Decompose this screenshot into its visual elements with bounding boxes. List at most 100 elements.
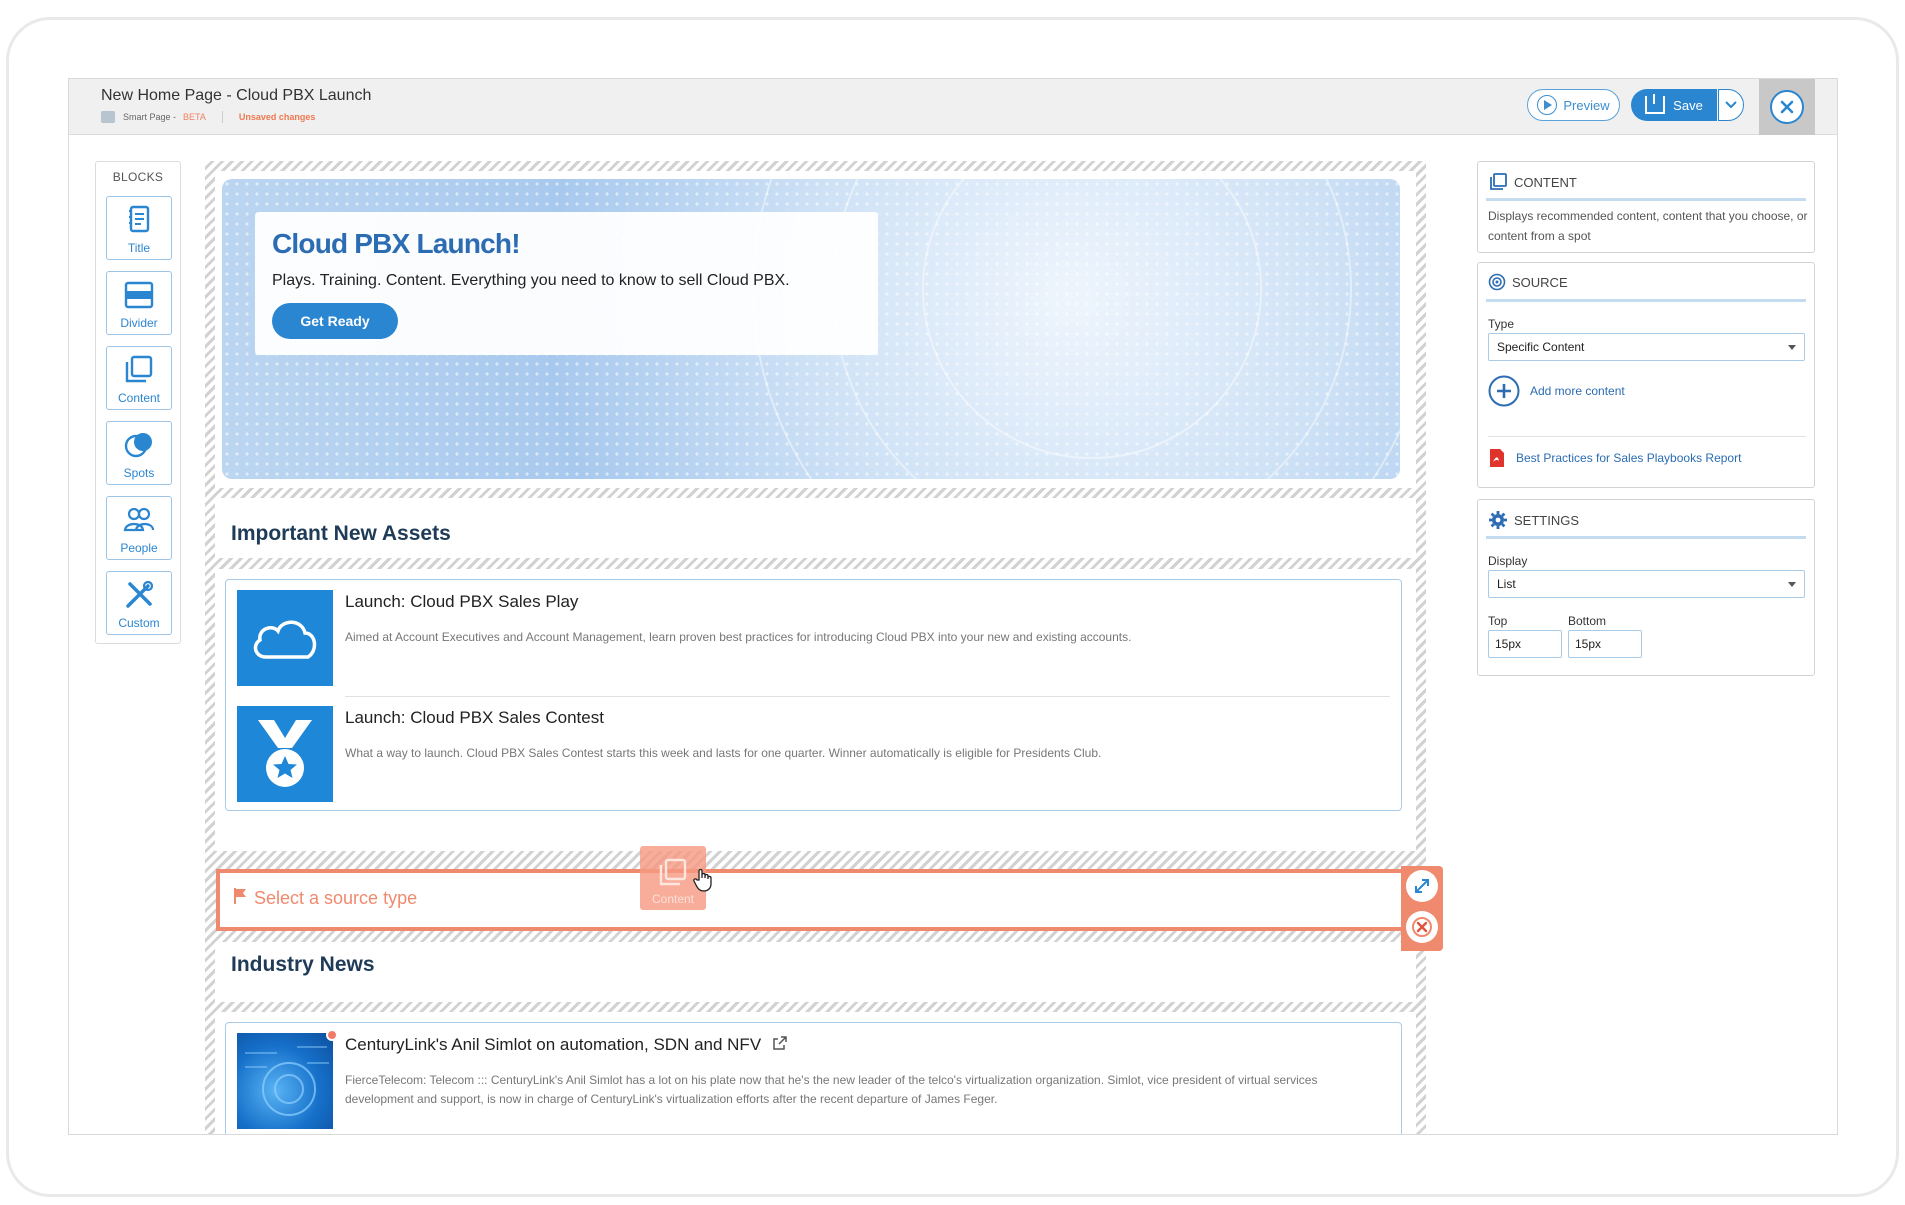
content-panel-heading: CONTENT xyxy=(1488,172,1577,192)
drag-label: Content xyxy=(651,892,695,906)
page-type: Smart Page - xyxy=(123,112,177,122)
smart-page-icon xyxy=(101,111,115,123)
hero-block[interactable]: Cloud PBX Launch! Plays. Training. Conte… xyxy=(215,171,1416,488)
flag-icon xyxy=(234,888,246,904)
settings-panel: SETTINGS Display List Top Bottom xyxy=(1477,499,1815,676)
people-icon xyxy=(123,507,155,532)
meta-separator xyxy=(221,111,223,123)
list-item[interactable]: Launch: Cloud PBX Sales Play Aimed at Ac… xyxy=(237,590,1389,686)
assets-content-block[interactable]: Launch: Cloud PBX Sales Play Aimed at Ac… xyxy=(215,569,1416,851)
heading-rule xyxy=(1486,536,1806,539)
asset-title[interactable]: Launch: Cloud PBX Sales Contest xyxy=(345,708,604,728)
save-icon xyxy=(1645,94,1666,114)
bottom-padding-input[interactable] xyxy=(1568,630,1642,658)
preview-label: Preview xyxy=(1563,97,1610,113)
blocks-palette: BLOCKS Title Divider Content Spots Peopl… xyxy=(95,161,181,644)
news-title[interactable]: CenturyLink's Anil Simlot on automation,… xyxy=(345,1035,788,1055)
selected-content-item[interactable]: Best Practices for Sales Playbooks Repor… xyxy=(1488,448,1741,468)
selected-content-block[interactable]: Select a source type xyxy=(216,869,1412,931)
hero-title: Cloud PBX Launch! xyxy=(272,228,521,259)
notebook-icon xyxy=(129,205,150,233)
news-heading: Industry News xyxy=(231,953,375,976)
close-icon xyxy=(1780,100,1794,114)
content-description: Displays recommended content, content th… xyxy=(1488,209,1808,243)
remove-block-button[interactable] xyxy=(1406,911,1438,943)
external-link-icon xyxy=(773,1036,787,1050)
select-source-prompt: Select a source type xyxy=(254,888,418,908)
unread-indicator xyxy=(326,1029,338,1041)
save-options-button[interactable] xyxy=(1718,89,1744,121)
display-value: List xyxy=(1497,577,1516,591)
circuit-image-icon xyxy=(245,1046,329,1116)
close-editor-area xyxy=(1759,79,1815,135)
editor-window: New Home Page - Cloud PBX Launch Smart P… xyxy=(68,78,1838,1135)
assets-heading: Important New Assets xyxy=(231,522,451,545)
close-editor-button[interactable] xyxy=(1770,90,1804,124)
close-icon xyxy=(1412,917,1432,937)
asset-thumbnail xyxy=(237,590,333,686)
asset-thumbnail xyxy=(237,706,333,802)
add-more-content-button[interactable]: Add more content xyxy=(1488,375,1625,407)
block-divider[interactable]: Divider xyxy=(106,271,172,335)
display-select[interactable]: List xyxy=(1488,570,1805,598)
news-title-text: CenturyLink's Anil Simlot on automation,… xyxy=(345,1035,762,1054)
heading-rule xyxy=(1486,198,1806,201)
spots-icon xyxy=(124,433,152,458)
content-copy-icon xyxy=(659,858,687,886)
list-item[interactable]: CenturyLink's Anil Simlot on automation,… xyxy=(237,1029,1389,1129)
editor-header: New Home Page - Cloud PBX Launch Smart P… xyxy=(69,79,1837,135)
block-content-label: Content xyxy=(117,391,161,405)
chevron-down-icon xyxy=(1725,101,1737,109)
hero-banner: Cloud PBX Launch! Plays. Training. Conte… xyxy=(222,179,1400,479)
assets-title-block[interactable]: Important New Assets xyxy=(215,498,1416,558)
source-type-select[interactable]: Specific Content xyxy=(1488,333,1805,361)
block-spots-label: Spots xyxy=(123,466,155,480)
top-padding-input[interactable] xyxy=(1488,630,1562,658)
block-custom[interactable]: Custom xyxy=(106,571,172,635)
get-ready-button[interactable]: Get Ready xyxy=(272,303,398,339)
asset-title[interactable]: Launch: Cloud PBX Sales Play xyxy=(345,592,578,612)
source-panel: SOURCE Type Specific Content Add more co… xyxy=(1477,262,1815,488)
content-copy-icon xyxy=(1490,173,1507,190)
block-custom-label: Custom xyxy=(118,616,160,630)
divider-icon xyxy=(124,281,154,309)
top-padding-label: Top xyxy=(1488,614,1508,628)
source-separator xyxy=(1488,436,1806,437)
block-content[interactable]: Content xyxy=(106,346,172,410)
block-people-label: People xyxy=(120,541,158,555)
source-panel-heading: SOURCE xyxy=(1488,273,1568,291)
expand-block-button[interactable] xyxy=(1406,870,1438,902)
asset-description: What a way to launch. Cloud PBX Sales Co… xyxy=(345,746,1102,760)
target-icon xyxy=(1488,273,1506,291)
play-icon xyxy=(1537,95,1558,115)
hero-card: Cloud PBX Launch! Plays. Training. Conte… xyxy=(255,212,878,355)
block-title[interactable]: Title xyxy=(106,196,172,260)
hero-text: Plays. Training. Content. Everything you… xyxy=(272,272,790,289)
news-thumbnail xyxy=(237,1033,333,1129)
content-info-panel: CONTENT Displays recommended content, co… xyxy=(1477,161,1815,253)
content-copy-icon xyxy=(125,355,153,383)
block-people[interactable]: People xyxy=(106,496,172,560)
block-spots[interactable]: Spots xyxy=(106,421,172,485)
save-button[interactable]: Save xyxy=(1631,89,1717,121)
content-heading-text: CONTENT xyxy=(1514,174,1577,190)
page-title: New Home Page - Cloud PBX Launch xyxy=(101,87,372,104)
expand-icon xyxy=(1415,879,1429,893)
unsaved-status: Unsaved changes xyxy=(238,112,316,122)
add-more-label: Add more content xyxy=(1530,384,1625,398)
settings-panel-heading: SETTINGS xyxy=(1488,510,1579,530)
pdf-file-icon xyxy=(1490,449,1504,467)
asset-description: Aimed at Account Executives and Account … xyxy=(345,630,1132,644)
news-title-block[interactable]: Industry News xyxy=(215,942,1416,1002)
plus-circle-icon xyxy=(1488,375,1520,407)
cloud-icon xyxy=(253,620,317,659)
news-content-block[interactable]: CenturyLink's Anil Simlot on automation,… xyxy=(215,1012,1416,1134)
preview-button[interactable]: Preview xyxy=(1527,89,1620,121)
selected-content-title: Best Practices for Sales Playbooks Repor… xyxy=(1516,451,1742,465)
bottom-padding-label: Bottom xyxy=(1568,614,1607,628)
page-meta: Smart Page - BETA Unsaved changes xyxy=(101,111,315,123)
blocks-title: BLOCKS xyxy=(112,170,164,184)
list-item[interactable]: Launch: Cloud PBX Sales Contest What a w… xyxy=(237,706,1389,802)
type-label: Type xyxy=(1488,317,1515,331)
display-label: Display xyxy=(1488,554,1528,568)
